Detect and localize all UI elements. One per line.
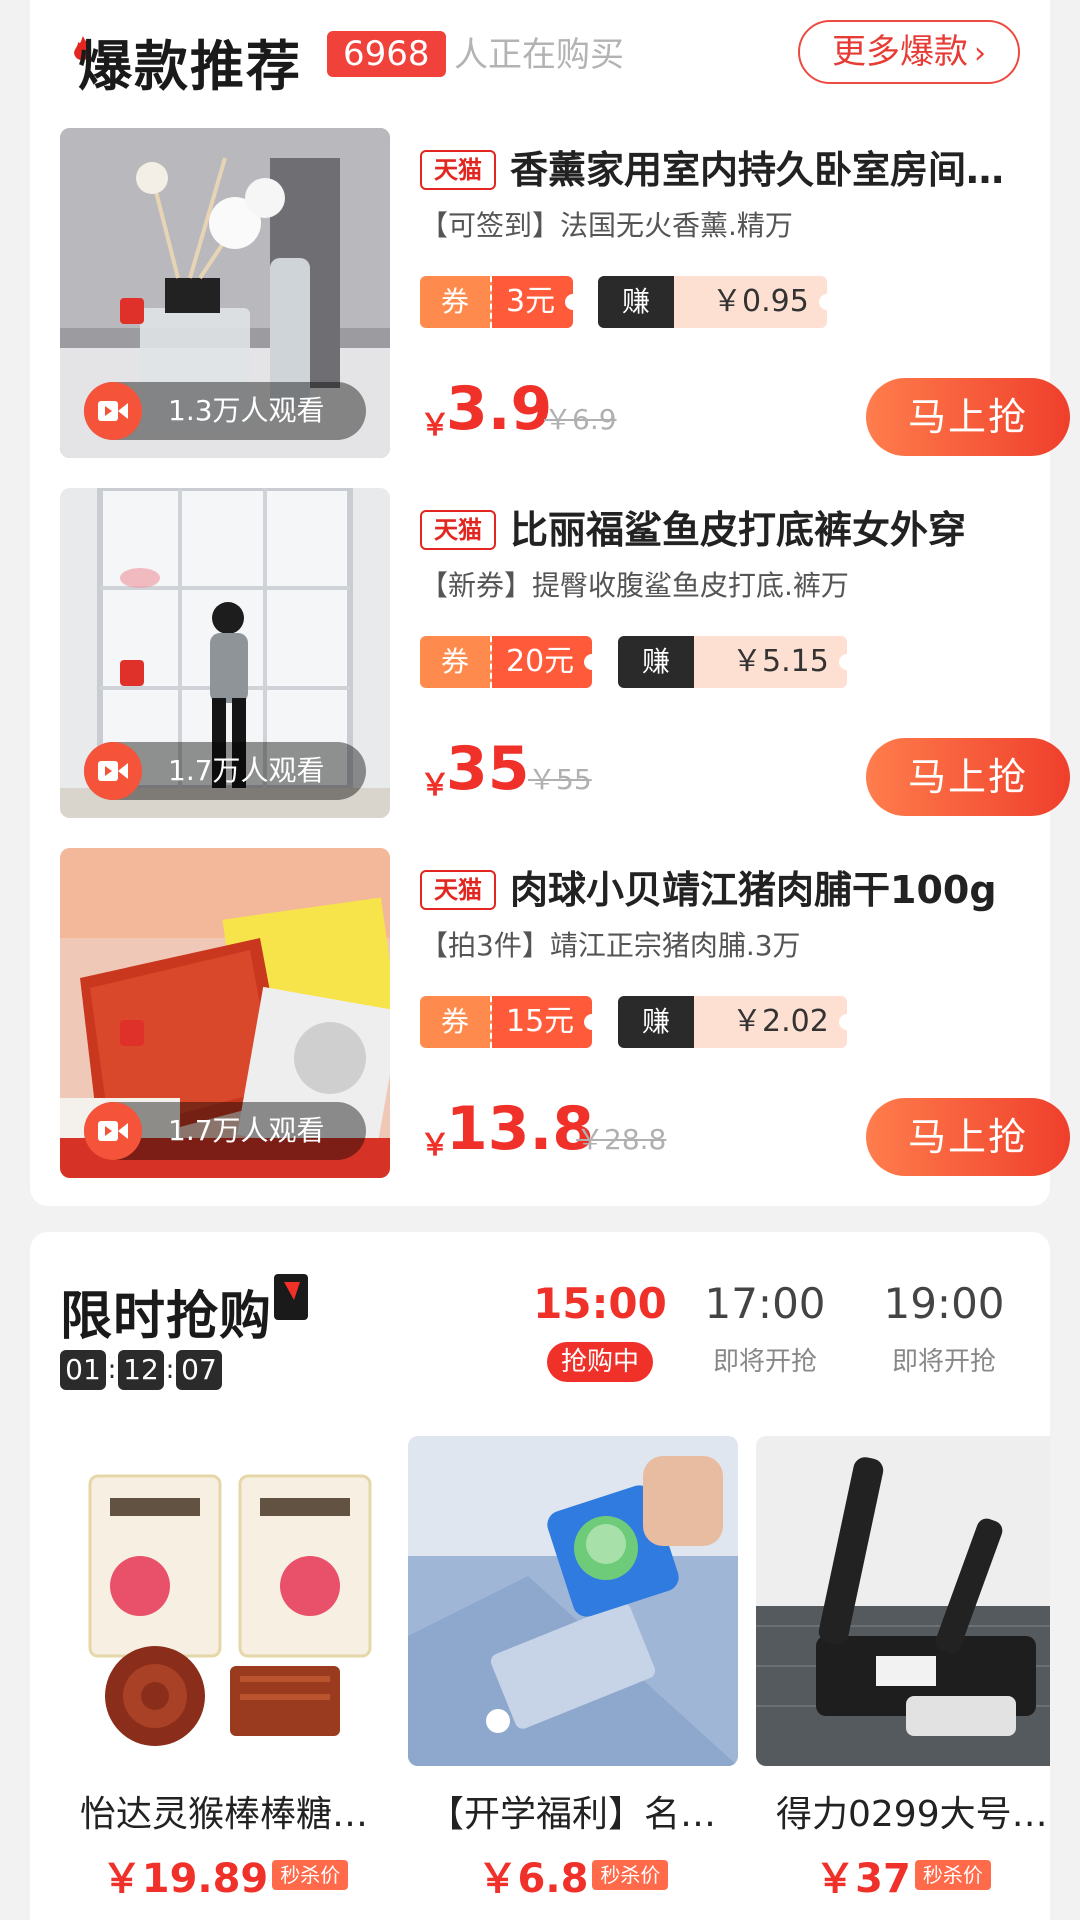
deal-price-row: ￥19.89 秒杀价 (60, 1846, 390, 1904)
deal-price: ￥37 (815, 1856, 911, 1902)
product-subtitle: 【拍3件】靖江正宗猪肉脯.3万 (420, 929, 801, 962)
tmall-tag: 天猫 (420, 870, 496, 910)
lightning-icon (274, 1274, 309, 1320)
earn-badge: 赚 ￥0.95 (598, 276, 835, 328)
deal-name[interactable]: 得力0299大号订书机 (776, 1790, 1050, 1840)
coupon-label: 券 (420, 636, 492, 688)
earn-label: 赚 (598, 276, 692, 328)
coupon-badge: 券 3元 (420, 276, 582, 328)
coupon-amount: 20元 (492, 636, 601, 688)
product-image[interactable]: 1.7万人观看 (60, 848, 390, 1178)
earn-amount: ￥2.02 (694, 996, 855, 1048)
flash-price-tag: 秒杀价 (592, 1860, 669, 1890)
coupon-label: 券 (420, 276, 492, 328)
coupon-badge: 券 15元 (420, 996, 601, 1048)
countdown-minutes: 12 (118, 1350, 164, 1390)
earn-badge: 赚 ￥2.02 (618, 996, 855, 1048)
earn-badge: 赚 ￥5.15 (618, 636, 855, 688)
earn-amount: ￥0.95 (674, 276, 835, 328)
product-image[interactable]: 1.7万人观看 (60, 488, 390, 818)
views-text: 1.3万人观看 (168, 394, 325, 427)
views-text: 1.7万人观看 (168, 1114, 325, 1147)
deal-image[interactable] (408, 1436, 738, 1766)
countdown-timer: 01 : 12 : 07 (60, 1350, 222, 1390)
flash-price-tag: 秒杀价 (914, 1860, 991, 1890)
flash-sale-section: 限时抢购 01 : 12 : 07 15:00 抢购中 17:00 即将开抢 1… (30, 1232, 1050, 1920)
time-slot-status: 即将开抢 (712, 1347, 817, 1377)
countdown-separator: : (107, 1355, 117, 1385)
earn-label: 赚 (618, 996, 712, 1048)
grab-now-button[interactable]: 马上抢 (866, 738, 1070, 816)
original-price: ￥55 (528, 763, 592, 796)
buyer-count-badge: 6968 (327, 31, 446, 77)
grab-now-button[interactable]: 马上抢 (866, 378, 1070, 456)
time-slot-time: 19:00 (883, 1279, 1005, 1328)
product-title[interactable]: 肉球小贝靖江猪肉脯干100g (510, 862, 1020, 918)
time-slot-tab[interactable]: 15:00 抢购中 (520, 1276, 680, 1382)
hot-recommend-section: 爆款推荐 6968 人正在购买 更多爆款 › 1.3万人观看 天猫 香薰家用室内… (30, 0, 1070, 1206)
views-text: 1.7万人观看 (168, 754, 325, 787)
product-info: 天猫 香薰家用室内持久卧室房间香氛 【可签到】法国无火香薰.精万 券 3元 赚 … (420, 128, 1070, 458)
time-slot-status: 即将开抢 (891, 1347, 996, 1377)
deal-price-row: ￥37 秒杀价 (756, 1846, 1050, 1904)
flash-deal-card[interactable]: 怡达灵猴棒棒糖山楂卷 ￥19.89秒杀价 (60, 1436, 390, 1920)
deal-image[interactable] (60, 1436, 390, 1766)
more-label: 更多爆款 (832, 32, 968, 72)
product-subtitle: 【可签到】法国无火香薰.精万 (420, 209, 793, 242)
current-price: 35 (446, 734, 530, 804)
deal-price-row: ￥6.8 秒杀价 (408, 1846, 738, 1904)
flash-sale-title-text: 限时抢购 (60, 1287, 273, 1347)
product-subtitle: 【新券】提臀收腹鲨鱼皮打底.裤万 (420, 569, 849, 602)
video-camera-icon (84, 742, 142, 800)
flash-sale-title: 限时抢购 (60, 1274, 309, 1349)
product-info: 天猫 肉球小贝靖江猪肉脯干100g 【拍3件】靖江正宗猪肉脯.3万 券 15元 … (420, 848, 1070, 1178)
earn-amount: ￥5.15 (694, 636, 855, 688)
time-slot-tab[interactable]: 17:00 即将开抢 (685, 1276, 845, 1382)
views-badge: 1.7万人观看 (84, 742, 366, 800)
tmall-tag: 天猫 (420, 510, 496, 550)
original-price: ￥28.8 (576, 1123, 667, 1156)
product-card[interactable]: 1.7万人观看 天猫 比丽福鲨鱼皮打底裤女外穿 【新券】提臀收腹鲨鱼皮打底.裤万… (60, 488, 1070, 818)
coupon-amount: 3元 (492, 276, 582, 328)
earn-label: 赚 (618, 636, 712, 688)
product-image[interactable]: 1.3万人观看 (60, 128, 390, 458)
product-card[interactable]: 1.3万人观看 天猫 香薰家用室内持久卧室房间香氛 【可签到】法国无火香薰.精万… (60, 128, 1070, 458)
section-title: 爆款推荐 (78, 35, 302, 98)
flash-deal-card[interactable]: 【开学福利】名字印章 ￥6.8秒杀价 (408, 1436, 738, 1920)
current-price: 13.8 (446, 1094, 595, 1164)
current-price: 3.9 (446, 374, 553, 444)
time-slot-time: 15:00 (533, 1279, 667, 1328)
product-title[interactable]: 香薰家用室内持久卧室房间香氛 (510, 142, 1020, 198)
video-camera-icon (84, 382, 142, 440)
original-price: ￥6.9 (544, 403, 617, 436)
coupon-badge: 券 20元 (420, 636, 601, 688)
views-badge: 1.7万人观看 (84, 1102, 366, 1160)
countdown-hours: 01 (60, 1350, 106, 1390)
time-slot-status: 抢购中 (546, 1342, 653, 1382)
deal-name[interactable]: 怡达灵猴棒棒糖山楂卷 (80, 1790, 380, 1840)
time-slot-tab[interactable]: 19:00 即将开抢 (864, 1276, 1024, 1382)
product-title[interactable]: 比丽福鲨鱼皮打底裤女外穿 (510, 502, 1020, 558)
flash-deal-card[interactable]: 得力0299大号订书机 ￥37秒杀价 (756, 1436, 1050, 1920)
chevron-right-icon: › (974, 36, 986, 71)
product-info: 天猫 比丽福鲨鱼皮打底裤女外穿 【新券】提臀收腹鲨鱼皮打底.裤万 券 20元 赚… (420, 488, 1070, 818)
coupon-amount: 15元 (492, 996, 601, 1048)
coupon-label: 券 (420, 996, 492, 1048)
video-camera-icon (84, 1102, 142, 1160)
deal-image[interactable] (756, 1436, 1050, 1766)
deal-price: ￥6.8 (477, 1856, 589, 1902)
more-hot-button[interactable]: 更多爆款 › (798, 20, 1020, 84)
product-card[interactable]: 1.7万人观看 天猫 肉球小贝靖江猪肉脯干100g 【拍3件】靖江正宗猪肉脯.3… (60, 848, 1070, 1178)
buyer-count-text: 人正在购买 (454, 35, 624, 75)
grab-now-button[interactable]: 马上抢 (866, 1098, 1070, 1176)
views-badge: 1.3万人观看 (84, 382, 366, 440)
countdown-seconds: 07 (176, 1350, 222, 1390)
time-slot-time: 17:00 (704, 1279, 826, 1328)
deal-name[interactable]: 【开学福利】名字印章 (428, 1790, 728, 1840)
flash-price-tag: 秒杀价 (272, 1860, 349, 1890)
hot-header: 爆款推荐 6968 人正在购买 更多爆款 › (30, 20, 1050, 98)
deal-price: ￥19.89 (101, 1856, 269, 1902)
countdown-separator: : (165, 1355, 175, 1385)
tmall-tag: 天猫 (420, 150, 496, 190)
